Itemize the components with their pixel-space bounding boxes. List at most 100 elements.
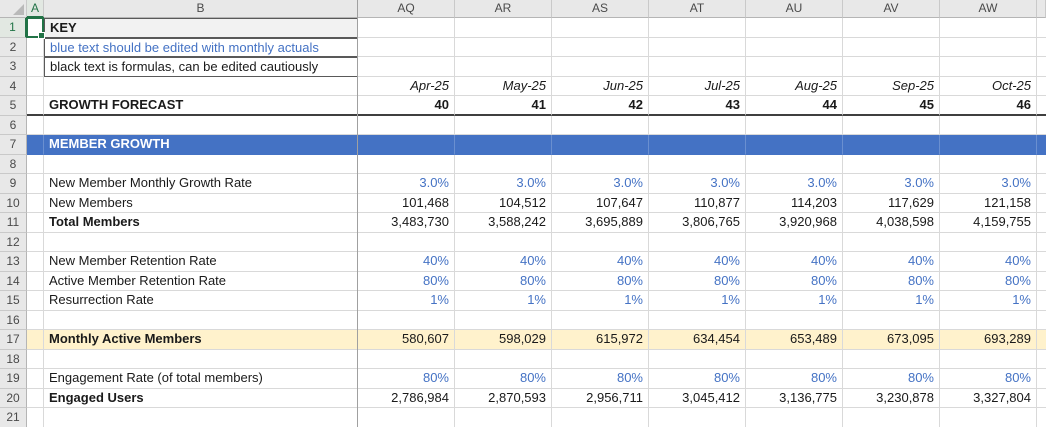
cell-AW7[interactable] (940, 135, 1037, 155)
cell-AV10[interactable]: 117,629 (843, 194, 940, 214)
cell-A13[interactable] (27, 252, 44, 272)
row-header-5[interactable]: 5 (0, 96, 27, 116)
row-header-7[interactable]: 7 (0, 135, 27, 155)
cell-AU2[interactable] (746, 38, 843, 58)
row-header-21[interactable]: 21 (0, 408, 27, 427)
cell-partial-3[interactable] (1037, 57, 1046, 77)
cell-AR6[interactable] (455, 116, 552, 136)
cell-B20[interactable]: Engaged Users (44, 389, 358, 409)
cell-AT13[interactable]: 40% (649, 252, 746, 272)
cell-AS14[interactable]: 80% (552, 272, 649, 292)
cell-partial-14[interactable] (1037, 272, 1046, 292)
cell-AU20[interactable]: 3,136,775 (746, 389, 843, 409)
cell-B4[interactable] (44, 77, 358, 97)
cell-A11[interactable] (27, 213, 44, 233)
cell-AV20[interactable]: 3,230,878 (843, 389, 940, 409)
cell-AU17[interactable]: 653,489 (746, 330, 843, 350)
cell-AV12[interactable] (843, 233, 940, 253)
cell-AT20[interactable]: 3,045,412 (649, 389, 746, 409)
cell-AQ16[interactable] (358, 311, 455, 331)
row-header-10[interactable]: 10 (0, 194, 27, 214)
cell-partial-6[interactable] (1037, 116, 1046, 136)
cell-A19[interactable] (27, 369, 44, 389)
cell-AW10[interactable]: 121,158 (940, 194, 1037, 214)
cell-AU7[interactable] (746, 135, 843, 155)
cell-AS6[interactable] (552, 116, 649, 136)
cell-AU15[interactable]: 1% (746, 291, 843, 311)
cell-AS1[interactable] (552, 18, 649, 38)
cell-A17[interactable] (27, 330, 44, 350)
cell-partial-4[interactable] (1037, 77, 1046, 97)
row-header-3[interactable]: 3 (0, 57, 27, 77)
cell-partial-19[interactable] (1037, 369, 1046, 389)
cell-AT8[interactable] (649, 155, 746, 175)
cell-B18[interactable] (44, 350, 358, 370)
cell-AS16[interactable] (552, 311, 649, 331)
cell-AU21[interactable] (746, 408, 843, 427)
cell-B5[interactable]: GROWTH FORECAST (44, 96, 358, 116)
cell-AR1[interactable] (455, 18, 552, 38)
cell-AW8[interactable] (940, 155, 1037, 175)
cell-AQ21[interactable] (358, 408, 455, 427)
cell-AV16[interactable] (843, 311, 940, 331)
cell-A8[interactable] (27, 155, 44, 175)
cell-AV19[interactable]: 80% (843, 369, 940, 389)
cell-AW19[interactable]: 80% (940, 369, 1037, 389)
cell-AV2[interactable] (843, 38, 940, 58)
cell-B10[interactable]: New Members (44, 194, 358, 214)
cell-AT6[interactable] (649, 116, 746, 136)
cell-B7[interactable]: MEMBER GROWTH (44, 135, 358, 155)
cell-partial-21[interactable] (1037, 408, 1046, 427)
row-header-9[interactable]: 9 (0, 174, 27, 194)
cell-A3[interactable] (27, 57, 44, 77)
cell-B17[interactable]: Monthly Active Members (44, 330, 358, 350)
cell-AQ20[interactable]: 2,786,984 (358, 389, 455, 409)
cell-AS11[interactable]: 3,695,889 (552, 213, 649, 233)
cell-AR10[interactable]: 104,512 (455, 194, 552, 214)
cell-AQ3[interactable] (358, 57, 455, 77)
col-header-AR[interactable]: AR (455, 0, 552, 18)
cell-partial-2[interactable] (1037, 38, 1046, 58)
cell-partial-18[interactable] (1037, 350, 1046, 370)
cell-AR13[interactable]: 40% (455, 252, 552, 272)
cell-partial-17[interactable] (1037, 330, 1046, 350)
cell-AS20[interactable]: 2,956,711 (552, 389, 649, 409)
cell-AW15[interactable]: 1% (940, 291, 1037, 311)
cell-AS21[interactable] (552, 408, 649, 427)
cell-partial-20[interactable] (1037, 389, 1046, 409)
row-header-19[interactable]: 19 (0, 369, 27, 389)
row-header-11[interactable]: 11 (0, 213, 27, 233)
cell-AW1[interactable] (940, 18, 1037, 38)
col-header-partial[interactable] (1037, 0, 1046, 18)
cell-AV5[interactable]: 45 (843, 96, 940, 116)
cell-AU9[interactable]: 3.0% (746, 174, 843, 194)
cell-AV14[interactable]: 80% (843, 272, 940, 292)
cell-AT16[interactable] (649, 311, 746, 331)
cell-B14[interactable]: Active Member Retention Rate (44, 272, 358, 292)
cell-AU14[interactable]: 80% (746, 272, 843, 292)
cell-AU1[interactable] (746, 18, 843, 38)
cell-B3[interactable]: black text is formulas, can be edited ca… (44, 57, 358, 77)
cell-AS12[interactable] (552, 233, 649, 253)
cell-AR4[interactable]: May-25 (455, 77, 552, 97)
cell-AQ7[interactable] (358, 135, 455, 155)
cell-AR5[interactable]: 41 (455, 96, 552, 116)
cell-AW21[interactable] (940, 408, 1037, 427)
cell-AW12[interactable] (940, 233, 1037, 253)
cell-AV9[interactable]: 3.0% (843, 174, 940, 194)
cell-AV13[interactable]: 40% (843, 252, 940, 272)
cell-AR12[interactable] (455, 233, 552, 253)
cell-AS4[interactable]: Jun-25 (552, 77, 649, 97)
cell-AU12[interactable] (746, 233, 843, 253)
cell-B11[interactable]: Total Members (44, 213, 358, 233)
cell-AR8[interactable] (455, 155, 552, 175)
cell-AW16[interactable] (940, 311, 1037, 331)
cell-AT15[interactable]: 1% (649, 291, 746, 311)
cell-B19[interactable]: Engagement Rate (of total members) (44, 369, 358, 389)
cell-A4[interactable] (27, 77, 44, 97)
cell-partial-16[interactable] (1037, 311, 1046, 331)
cell-AQ12[interactable] (358, 233, 455, 253)
col-header-AW[interactable]: AW (940, 0, 1037, 18)
cell-AR15[interactable]: 1% (455, 291, 552, 311)
cell-AQ15[interactable]: 1% (358, 291, 455, 311)
